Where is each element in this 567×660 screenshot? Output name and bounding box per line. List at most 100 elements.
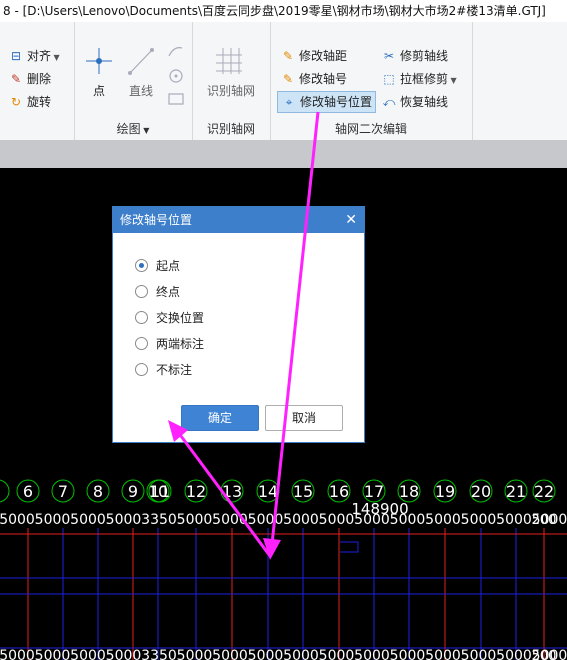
recognize-grid-button[interactable]: 识别轴网 [194, 82, 268, 99]
radio-icon [135, 311, 148, 324]
box-trim-icon: ⬚ [383, 72, 395, 86]
modify-spacing-icon: ✎ [282, 49, 294, 63]
dimension-label: 5000 [319, 648, 355, 660]
modify-number-icon: ✎ [282, 72, 294, 86]
scissors-icon: ✂ [383, 49, 395, 63]
secondary-edit-group-label: 轴网二次编辑 [334, 122, 407, 136]
option-end[interactable]: 终点 [135, 283, 180, 301]
recognize-group-label: 识别轴网 [206, 122, 255, 136]
tab-strip [0, 140, 567, 168]
restore-icon: ⤺ [382, 95, 396, 109]
dimension-label: 5000 [496, 512, 532, 528]
option-no-label[interactable]: 不标注 [135, 361, 192, 379]
box-trim-button[interactable]: ⬚ 拉框修剪 ▼ [381, 69, 457, 89]
secondary-edit-group: ✎ 修改轴距 ✎ 修改轴号 ⌖ 修改轴号位置 ✂ 修剪轴线 ⬚ 拉框修剪 ▼ ⤺ 恢复轴线 … [270, 22, 473, 140]
dimension-label: 5000 [248, 512, 284, 528]
dimension-label: 5000 [0, 512, 35, 528]
axis-number-label: 15 [293, 482, 313, 501]
radio-icon [135, 363, 148, 376]
dimension-label: 5000 [106, 648, 142, 660]
ribbon-toolbar: ⊟ 对齐 ▼ ✎ 删除 ↻ 旋转 点 直线 绘图 ▼ 识别轴网 识别轴网 ✎ 修… [0, 22, 567, 141]
dimension-label: 5000 [425, 512, 461, 528]
draw-group-label[interactable]: 绘图 ▼ [74, 120, 192, 137]
dimension-label: 5000 [212, 648, 248, 660]
axis-number-circle [0, 479, 10, 503]
dimension-label: 5000 [390, 648, 426, 660]
axis-number-label: 21 [506, 482, 526, 501]
dimension-label: 5000 [461, 648, 497, 660]
axis-number-label: 6 [23, 482, 33, 501]
edge-dimension-label: 200 [532, 649, 557, 660]
axis-number-label: 19 [435, 482, 455, 501]
dimension-label: 5000 [35, 648, 71, 660]
point-button[interactable]: 点 [82, 82, 116, 99]
dimension-label: 5000 [461, 512, 497, 528]
modify-number-position-button[interactable]: ⌖ 修改轴号位置 [277, 91, 377, 113]
dimension-label: 5000 [354, 512, 390, 528]
axis-number-label: 13 [222, 482, 242, 501]
dialog-title: 修改轴号位置 [120, 213, 193, 227]
radio-icon [135, 337, 148, 350]
radio-icon [135, 259, 148, 272]
dimension-label: 5000 [35, 512, 71, 528]
align-button[interactable]: ⊟ 对齐 ▼ [8, 46, 60, 66]
dimension-label: 5000 [354, 648, 390, 660]
annotation-box [340, 541, 359, 553]
axis-number-label: 18 [399, 482, 419, 501]
axis-number-label: 16 [329, 482, 349, 501]
rotate-button[interactable]: ↻ 旋转 [8, 92, 51, 112]
dimension-label: 5000 [390, 512, 426, 528]
edge-dimension-label: 200 [532, 513, 557, 528]
modify-spacing-button[interactable]: ✎ 修改轴距 [280, 46, 347, 66]
line-button[interactable]: 直线 [122, 82, 160, 99]
dimension-label: 5000 [70, 512, 106, 528]
dimension-label: 5000 [70, 648, 106, 660]
edit-group: ⊟ 对齐 ▼ ✎ 删除 ↻ 旋转 [0, 22, 75, 140]
option-swap[interactable]: 交换位置 [135, 309, 204, 327]
dimension-label: 5000 [248, 648, 284, 660]
dialog-title-bar: 修改轴号位置 ✕ [113, 207, 364, 233]
dimension-label: 3350 [141, 512, 177, 528]
dimension-label: 5000 [177, 648, 213, 660]
axis-number-label: 11 [150, 482, 170, 501]
dropdown-arrow-icon: ▼ [448, 76, 457, 85]
dimension-label: 3350 [141, 648, 177, 660]
delete-button[interactable]: ✎ 删除 [8, 69, 51, 89]
radio-icon [135, 285, 148, 298]
modify-number-button[interactable]: ✎ 修改轴号 [280, 69, 347, 89]
axis-number-label: 8 [93, 482, 103, 501]
dimension-label: 5000 [283, 648, 319, 660]
restore-axis-button[interactable]: ⤺ 恢复轴线 [381, 92, 448, 112]
trim-axis-button[interactable]: ✂ 修剪轴线 [381, 46, 448, 66]
ok-button[interactable]: 确定 [181, 405, 259, 431]
close-icon[interactable]: ✕ [345, 207, 357, 233]
grid-recognize-icon [216, 48, 242, 74]
axis-number-label: 20 [471, 482, 491, 501]
dropdown-arrow-icon: ▼ [51, 53, 60, 62]
draw-group: 点 直线 绘图 ▼ [74, 22, 193, 140]
option-both-ends[interactable]: 两端标注 [135, 335, 204, 353]
align-icon: ⊟ [10, 49, 22, 63]
axis-number-label: 7 [58, 482, 68, 501]
axis-number-label: 12 [186, 482, 206, 501]
dimension-label: 5000 [177, 512, 213, 528]
axis-number-label: 9 [128, 482, 138, 501]
dimension-label: 5000 [319, 512, 355, 528]
window-title: 8 - [D:\Users\Lenovo\Documents\百度云同步盘\20… [0, 0, 567, 22]
modify-axis-number-position-dialog: 修改轴号位置 ✕ 起点 终点 交换位置 两端标注 不标注 确定 取消 [112, 206, 365, 443]
modify-position-icon: ⌖ [285, 95, 293, 109]
axis-number-label: 22 [534, 482, 554, 501]
eraser-icon: ✎ [10, 72, 22, 86]
dimension-label: 5000 [425, 648, 461, 660]
line-icon [128, 48, 154, 75]
dimension-label: 5000 [496, 648, 532, 660]
dropdown-arrow-icon: ▼ [140, 126, 150, 135]
dimension-label: 5000 [106, 512, 142, 528]
axis-number-label: 14 [258, 482, 278, 501]
option-start[interactable]: 起点 [135, 257, 180, 275]
point-icon [86, 48, 112, 74]
axis-number-label: 17 [364, 482, 384, 501]
draw-shapes-icon [168, 47, 184, 105]
dimension-label: 5000 [212, 512, 248, 528]
cancel-button[interactable]: 取消 [265, 405, 343, 431]
